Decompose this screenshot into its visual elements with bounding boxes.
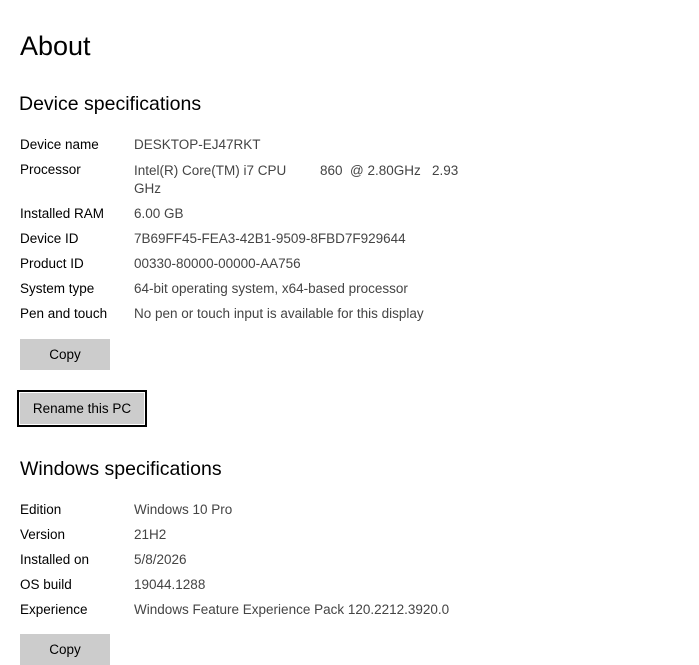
pen-and-touch-value: No pen or touch input is available for t… [134,306,424,321]
windows-specifications-heading: Windows specifications [20,458,222,480]
copy-device-specs-button[interactable]: Copy [20,339,110,370]
installed-ram-label: Installed RAM [20,206,105,221]
product-id-value: 00330-80000-00000-AA756 [134,256,301,271]
processor-value: Intel(R) Core(TM) i7 CPU 860 @ 2.80GHz 2… [134,163,463,196]
installed-on-value: 5/8/2026 [134,552,187,567]
device-id-label: Device ID [20,231,79,246]
installed-on-label: Installed on [20,552,90,567]
device-name-label: Device name [20,137,99,152]
experience-value: Windows Feature Experience Pack 120.2212… [134,602,450,617]
edition-value: Windows 10 Pro [134,502,233,517]
version-label: Version [20,527,66,542]
os-build-label: OS build [20,577,72,592]
experience-label: Experience [20,602,88,617]
version-value: 21H2 [134,527,167,542]
pen-and-touch-label: Pen and touch [20,306,108,321]
copy-windows-specs-button[interactable]: Copy [20,634,110,665]
product-id-label: Product ID [20,256,84,271]
installed-ram-value: 6.00 GB [134,206,184,221]
system-type-value: 64-bit operating system, x64-based proce… [134,281,408,296]
device-specifications-heading: Device specifications [19,93,202,115]
device-id-value: 7B69FF45-FEA3-42B1-9509-8FBD7F929644 [134,231,406,246]
page-title: About [20,31,91,61]
system-type-label: System type [20,281,95,296]
os-build-value: 19044.1288 [134,577,206,592]
device-name-value: DESKTOP-EJ47RKT [134,137,261,152]
rename-this-pc-button[interactable]: Rename this PC [17,390,147,427]
processor-label: Processor [20,162,81,177]
edition-label: Edition [20,502,62,517]
